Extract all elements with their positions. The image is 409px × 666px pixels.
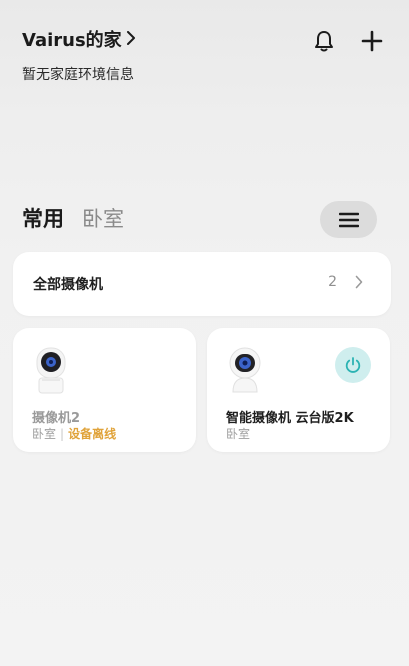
device-name: 智能摄像机 云台版2K [226, 411, 354, 426]
home-name: Vairus的家 [22, 30, 122, 51]
home-environment-info: 暂无家庭环境信息 [22, 67, 134, 83]
device-subtitle: 卧室 | 设备离线 [32, 425, 116, 442]
camera-count: 2 [328, 274, 337, 290]
header-actions [309, 26, 387, 56]
tab-favorites[interactable]: 常用 [22, 203, 64, 233]
device-card-camera-2[interactable]: 摄像机2 卧室 | 设备离线 [13, 328, 196, 452]
chevron-right-icon [126, 29, 136, 50]
status-badge: 设备离线 [68, 427, 117, 441]
tab-bedroom[interactable]: 卧室 [82, 203, 124, 233]
all-cameras-label: 全部摄像机 [33, 277, 103, 293]
menu-button[interactable] [320, 201, 377, 238]
bell-icon[interactable] [309, 26, 339, 56]
divider: | [60, 426, 65, 441]
device-card-smart-camera[interactable]: 智能摄像机 云台版2K 卧室 [207, 328, 390, 452]
device-room: 卧室 [226, 427, 251, 441]
device-room: 卧室 [32, 427, 57, 441]
chevron-right-icon [355, 274, 363, 293]
home-selector[interactable]: Vairus的家 [22, 26, 136, 52]
device-subtitle: 卧室 [226, 425, 250, 442]
camera-icon [33, 346, 69, 396]
power-button[interactable] [335, 347, 371, 383]
header: Vairus的家 [22, 26, 387, 56]
all-cameras-card[interactable]: 全部摄像机 2 [13, 252, 391, 316]
camera-icon [227, 346, 263, 396]
room-tabs: 常用 卧室 [22, 203, 124, 233]
device-name: 摄像机2 [32, 411, 81, 426]
plus-icon[interactable] [357, 26, 387, 56]
power-icon [345, 357, 361, 373]
menu-icon [338, 212, 359, 227]
